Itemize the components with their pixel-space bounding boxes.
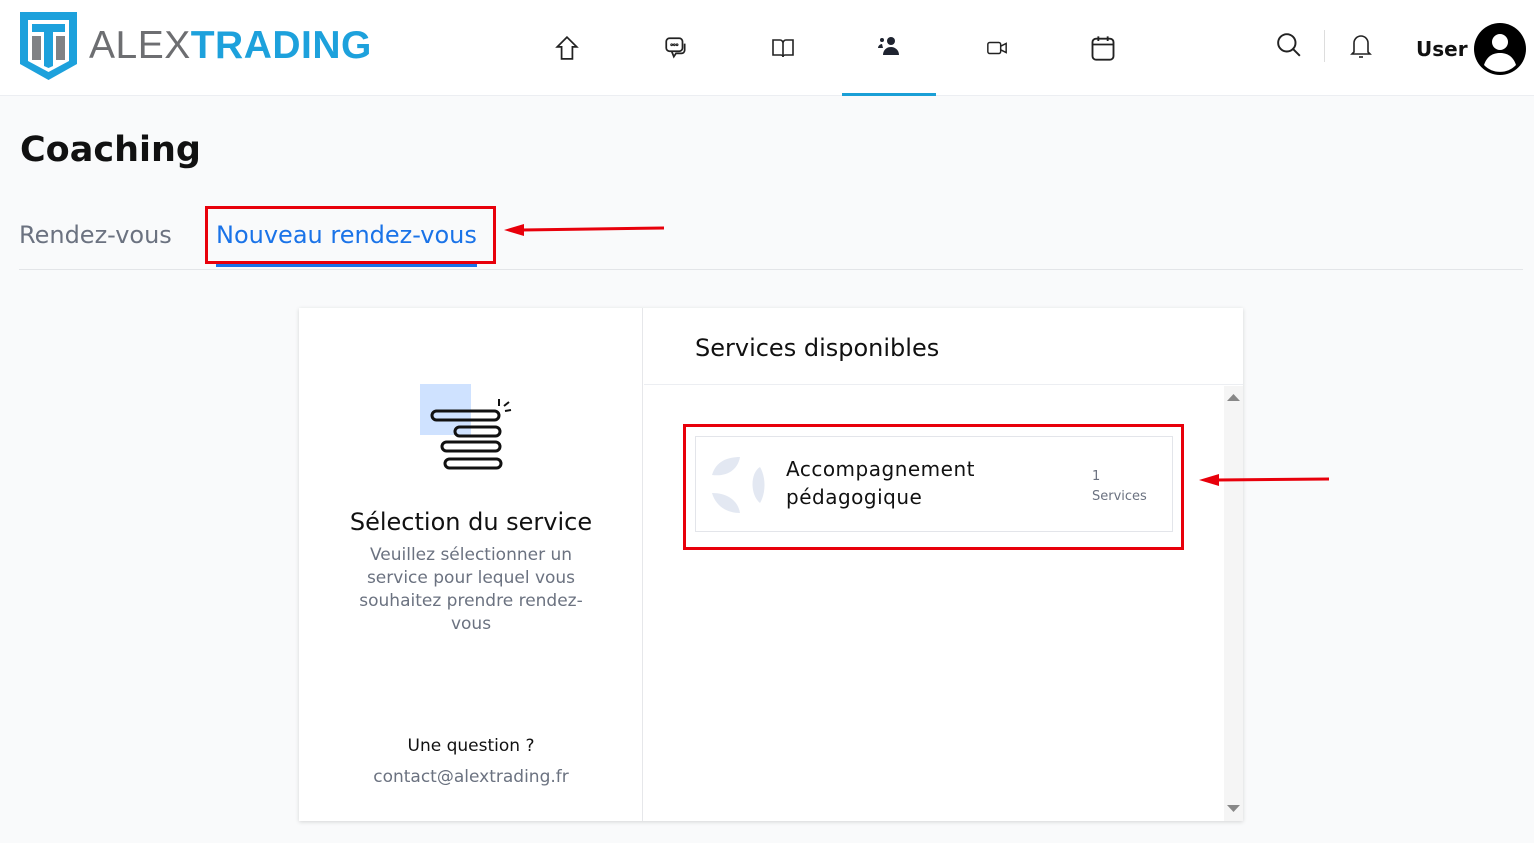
selection-title: Sélection du service: [349, 508, 593, 536]
top-header: ALEXTRADING User: [0, 0, 1534, 96]
highlight-box: [205, 206, 496, 264]
avatar-icon[interactable]: [1474, 23, 1526, 75]
nav-home[interactable]: [520, 0, 614, 96]
home-icon: [555, 35, 579, 60]
nav-calendar[interactable]: [1056, 0, 1150, 96]
search-icon[interactable]: [1276, 32, 1302, 58]
service-selection-panel: Sélection du service Veuillez sélectionn…: [299, 308, 643, 821]
divider: [1324, 30, 1325, 62]
highlight-box: [683, 424, 1184, 550]
chat-icon: [665, 37, 686, 59]
page-title: Coaching: [20, 130, 201, 170]
services-header: Services disponibles: [644, 308, 1243, 385]
question-label: Une question ?: [407, 736, 535, 756]
nav-chat[interactable]: [629, 0, 723, 96]
scroll-up-icon[interactable]: [1227, 393, 1240, 401]
logo[interactable]: ALEXTRADING: [20, 12, 372, 80]
contact-email-link[interactable]: contact@alextrading.fr: [299, 767, 643, 787]
booking-card: Sélection du service Veuillez sélectionn…: [299, 308, 1243, 821]
nav-library[interactable]: [736, 0, 830, 96]
users-icon: [878, 36, 899, 55]
user-name[interactable]: User: [1416, 37, 1468, 61]
calendar-icon: [1091, 36, 1115, 61]
arrow-annotation: [1199, 474, 1330, 486]
video-icon: [987, 41, 1007, 55]
selection-description: Veuillez sélectionner un service pour le…: [359, 545, 583, 634]
logo-text-trading: TRADING: [190, 24, 372, 67]
nav-video[interactable]: [950, 0, 1044, 96]
arrow-annotation: [504, 224, 665, 236]
list-illustration-icon: [420, 384, 512, 470]
book-icon: [772, 39, 794, 58]
nav-coaching[interactable]: [842, 0, 936, 96]
bell-icon[interactable]: [1349, 32, 1373, 60]
scrollbar[interactable]: [1224, 386, 1243, 821]
tab-rendez-vous[interactable]: Rendez-vous: [19, 221, 172, 249]
services-title: Services disponibles: [695, 334, 940, 362]
scroll-down-icon[interactable]: [1227, 805, 1240, 813]
shield-logo-icon: [20, 12, 77, 80]
logo-text-alex: ALEX: [89, 24, 191, 67]
